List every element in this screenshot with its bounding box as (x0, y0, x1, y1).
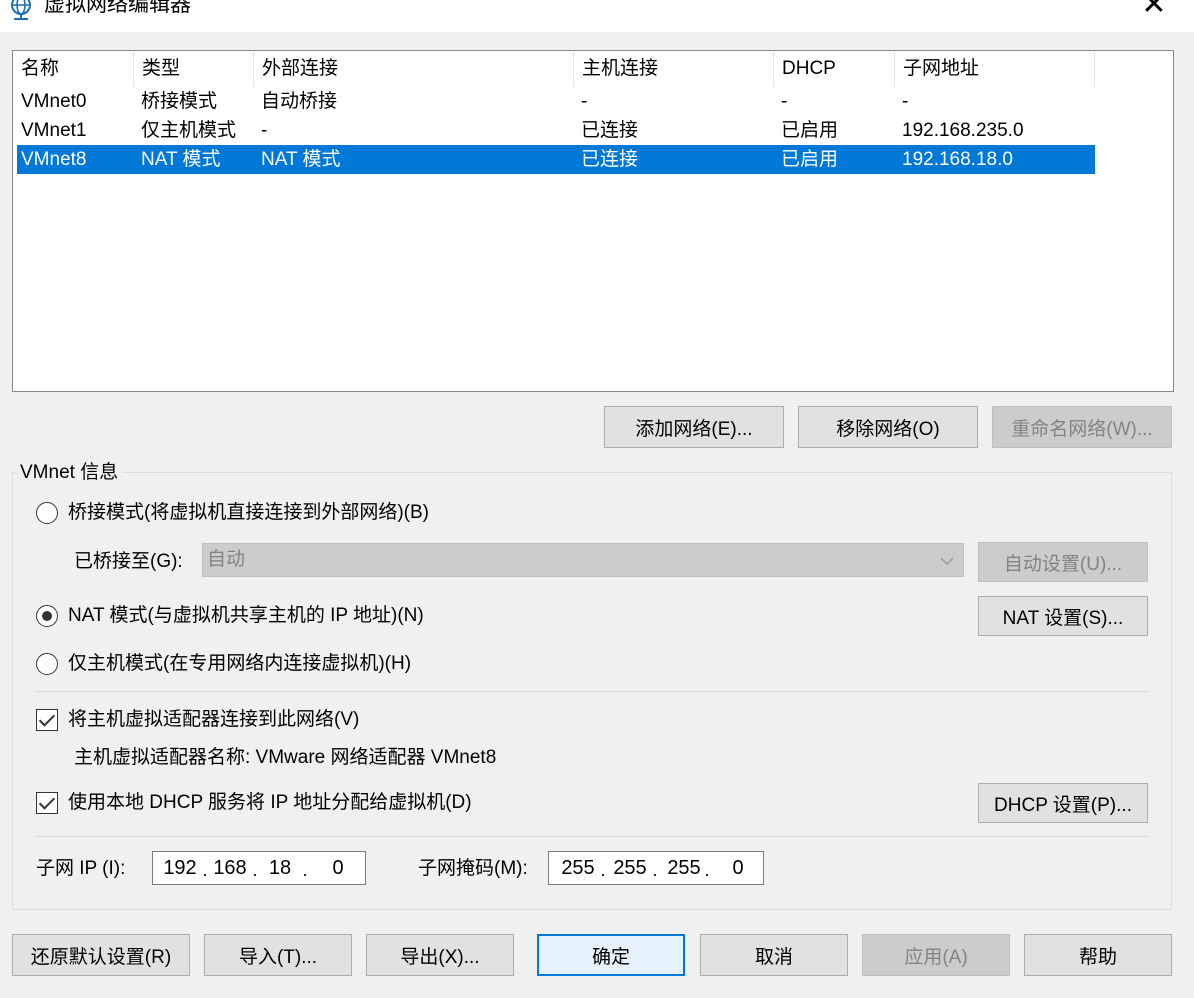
adapter-name-label: 主机虚拟适配器名称: VMware 网络适配器 VMnet8 (74, 747, 497, 768)
bridged-to-select[interactable]: 自动 (202, 543, 964, 577)
column-header-type[interactable]: 类型 (134, 51, 254, 87)
row-cell-host: 已连接 (581, 120, 639, 141)
row-cell-type: 桥接模式 (141, 91, 218, 112)
row-cell-name: VMnet0 (21, 91, 87, 112)
host-only-mode-radio[interactable] (36, 653, 58, 675)
row-cell-subnet: 192.168.235.0 (902, 120, 1024, 141)
restore-defaults-button[interactable]: 还原默认设置(R) (12, 934, 190, 976)
column-header-subnet[interactable]: 子网地址 (895, 51, 1095, 87)
ip-dot: . (252, 860, 258, 880)
ip-dot: . (302, 860, 308, 880)
ok-button[interactable]: 确定 (537, 934, 685, 976)
auto-settings-button[interactable]: 自动设置(U)... (978, 542, 1148, 582)
window-title: 虚拟网络编辑器 (44, 0, 191, 16)
table-row-selected[interactable]: VMnet8 NAT 模式 NAT 模式 已连接 已启用 192.168.18.… (17, 145, 1095, 174)
ip-dot: . (600, 860, 606, 880)
nat-mode-label: NAT 模式(与虚拟机共享主机的 IP 地址)(N) (68, 605, 424, 626)
row-cell-dhcp: - (781, 91, 788, 112)
connect-adapter-checkbox[interactable] (36, 709, 58, 731)
ip-dot: . (652, 860, 658, 880)
column-header-dhcp[interactable]: DHCP (774, 51, 895, 87)
nat-settings-button[interactable]: NAT 设置(S)... (978, 596, 1148, 636)
network-list[interactable]: 名称 类型 外部连接 主机连接 DHCP 子网地址 VMnet0 桥接模式 自动… (12, 50, 1174, 392)
bridged-mode-radio[interactable] (36, 502, 58, 524)
network-globe-icon (11, 0, 31, 20)
export-button[interactable]: 导出(X)... (366, 934, 514, 976)
subnet-ip-octet[interactable]: 0 (319, 852, 357, 884)
ip-dot: . (704, 860, 710, 880)
help-button[interactable]: 帮助 (1024, 934, 1172, 976)
subnet-ip-input[interactable]: 192 . 168 . 18 . 0 (152, 851, 366, 885)
bridged-to-value: 自动 (207, 549, 246, 570)
row-cell-type: NAT 模式 (141, 149, 221, 170)
nat-mode-radio[interactable] (36, 605, 58, 627)
dhcp-label: 使用本地 DHCP 服务将 IP 地址分配给虚拟机(D) (68, 792, 472, 813)
column-header-external[interactable]: 外部连接 (254, 51, 574, 87)
row-cell-external: 自动桥接 (261, 91, 338, 112)
separator (36, 691, 1148, 692)
rename-network-button[interactable]: 重命名网络(W)... (992, 406, 1172, 448)
subnet-ip-octet[interactable]: 192 (161, 852, 199, 884)
subnet-mask-input[interactable]: 255 . 255 . 255 . 0 (548, 851, 764, 885)
ip-dot: . (202, 860, 208, 880)
cancel-button[interactable]: 取消 (700, 934, 848, 976)
bridged-mode-label: 桥接模式(将虚拟机直接连接到外部网络)(B) (68, 502, 429, 523)
dhcp-checkbox[interactable] (36, 792, 58, 814)
separator (36, 836, 1148, 837)
row-cell-dhcp: 已启用 (781, 149, 839, 170)
row-cell-host: 已连接 (581, 149, 639, 170)
row-cell-name: VMnet1 (21, 120, 87, 141)
row-cell-subnet: 192.168.18.0 (902, 149, 1013, 170)
table-row[interactable]: VMnet0 桥接模式 自动桥接 - - - (17, 87, 1095, 116)
row-cell-external: NAT 模式 (261, 149, 341, 170)
connect-adapter-label: 将主机虚拟适配器连接到此网络(V) (68, 709, 360, 730)
subnet-ip-octet[interactable]: 18 (261, 852, 299, 884)
row-cell-external: - (261, 120, 268, 141)
bridged-to-label: 已桥接至(G): (74, 551, 183, 572)
remove-network-button[interactable]: 移除网络(O) (798, 406, 978, 448)
add-network-button[interactable]: 添加网络(E)... (604, 406, 784, 448)
subnet-ip-label: 子网 IP (I): (36, 858, 126, 879)
column-header-name[interactable]: 名称 (13, 51, 134, 87)
close-icon[interactable]: ✕ (1128, 0, 1180, 26)
apply-button[interactable]: 应用(A) (862, 934, 1010, 976)
row-cell-name: VMnet8 (21, 149, 87, 170)
subnet-ip-octet[interactable]: 168 (211, 852, 249, 884)
row-cell-subnet: - (902, 91, 909, 112)
import-button[interactable]: 导入(T)... (204, 934, 352, 976)
subnet-mask-octet[interactable]: 0 (719, 852, 757, 884)
title-bar: 虚拟网络编辑器 ✕ (0, 0, 1194, 32)
chevron-down-icon (940, 557, 954, 566)
table-row[interactable]: VMnet1 仅主机模式 - 已连接 已启用 192.168.235.0 (17, 116, 1095, 145)
subnet-mask-octet[interactable]: 255 (559, 852, 597, 884)
vmnet-info-title: VMnet 信息 (16, 460, 123, 486)
row-cell-type: 仅主机模式 (141, 120, 237, 141)
dhcp-settings-button[interactable]: DHCP 设置(P)... (978, 783, 1148, 823)
row-cell-host: - (581, 91, 588, 112)
row-cell-dhcp: 已启用 (781, 120, 839, 141)
column-header-host[interactable]: 主机连接 (574, 51, 774, 87)
subnet-mask-octet[interactable]: 255 (665, 852, 703, 884)
host-only-mode-label: 仅主机模式(在专用网络内连接虚拟机)(H) (68, 653, 412, 674)
subnet-mask-label: 子网掩码(M): (418, 858, 528, 879)
subnet-mask-octet[interactable]: 255 (611, 852, 649, 884)
